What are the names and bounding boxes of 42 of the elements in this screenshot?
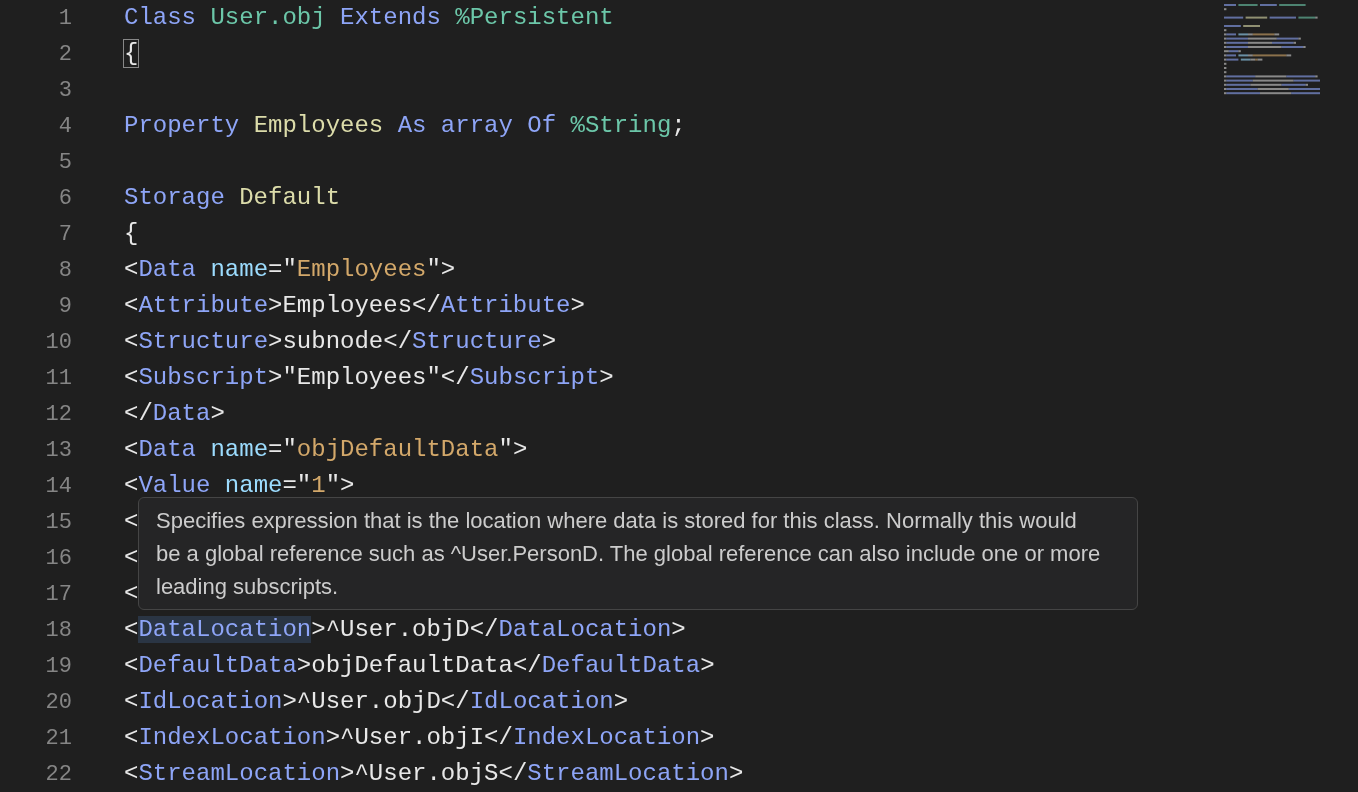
code-line: <Structure>subnode</Structure> xyxy=(124,327,557,357)
code-line: <Attribute>Employees</Attribute> xyxy=(124,291,585,321)
code-line: { xyxy=(124,39,139,69)
line-number: 1 xyxy=(57,4,72,33)
code-line: { xyxy=(124,219,139,249)
line-number: 22 xyxy=(44,760,72,789)
line-number: 17 xyxy=(44,580,72,609)
code-line: Class User.obj Extends %Persistent xyxy=(124,3,614,33)
code-line: </Data> xyxy=(124,399,225,429)
line-number: 6 xyxy=(57,184,72,213)
line-number: 8 xyxy=(57,256,72,285)
code-line: <IndexLocation>^User.objI</IndexLocation> xyxy=(124,723,715,753)
line-number: 21 xyxy=(44,724,72,753)
line-number: 4 xyxy=(57,112,72,141)
code-line: Property Employees As array Of %String; xyxy=(124,111,686,141)
line-number: 15 xyxy=(44,508,72,537)
line-number: 7 xyxy=(57,220,72,249)
line-number: 10 xyxy=(44,328,72,357)
code-line: <Subscript>"Employees"</Subscript> xyxy=(124,363,614,393)
code-line: <Data name="objDefaultData"> xyxy=(124,435,528,465)
line-number: 16 xyxy=(44,544,72,573)
line-number: 5 xyxy=(57,148,72,177)
line-number: 14 xyxy=(44,472,72,501)
code-line: < xyxy=(124,579,139,609)
line-number: 20 xyxy=(44,688,72,717)
code-line: <IdLocation>^User.objD</IdLocation> xyxy=(124,687,629,717)
line-number: 9 xyxy=(57,292,72,321)
line-number: 12 xyxy=(44,400,72,429)
line-number: 18 xyxy=(44,616,72,645)
code-line: <StreamLocation>^User.objS</StreamLocation> xyxy=(124,759,744,789)
code-line: < xyxy=(124,543,139,573)
line-number: 2 xyxy=(57,40,72,69)
code-line: <DefaultData>objDefaultData</DefaultData> xyxy=(124,651,715,681)
code-line: <DataLocation>^User.objD</DataLocation> xyxy=(124,615,686,645)
line-number: 19 xyxy=(44,652,72,681)
code-line: < xyxy=(124,507,139,537)
code-line: Storage Default xyxy=(124,183,341,213)
line-number: 11 xyxy=(44,364,72,393)
hover-tooltip: Specifies expression that is the location where data is stored for this class. Normally this would be a global reference such as ^User.PersonD. The global reference can also include one or more leading subscripts. xyxy=(138,497,1138,610)
line-number: 13 xyxy=(44,436,72,465)
code-line: <Data name="Employees"> xyxy=(124,255,456,285)
line-number: 3 xyxy=(57,76,72,105)
